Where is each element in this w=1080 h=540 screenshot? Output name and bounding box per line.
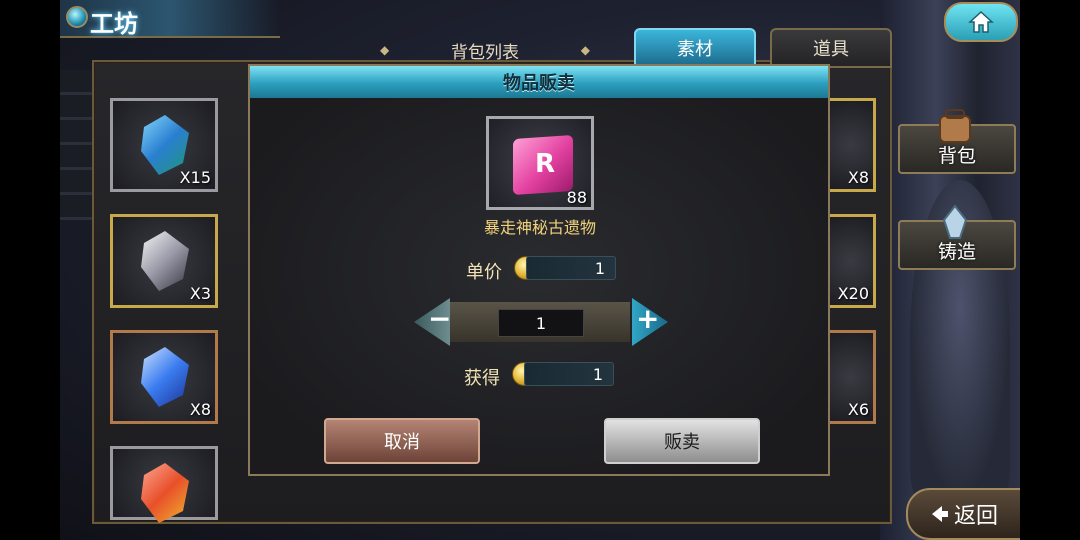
diamond-icon: ◆ bbox=[380, 43, 390, 57]
home-icon bbox=[968, 10, 994, 33]
gain-label: 获得 bbox=[464, 368, 500, 389]
home-button[interactable] bbox=[944, 2, 1018, 42]
back-button[interactable]: 返回 bbox=[906, 488, 1020, 540]
crystal-icon bbox=[141, 463, 189, 523]
increase-button[interactable]: + bbox=[632, 298, 668, 346]
forge-button[interactable]: 铸造 bbox=[898, 204, 1016, 270]
minus-icon: − bbox=[428, 302, 452, 335]
inventory-slot[interactable]: X6 bbox=[826, 330, 876, 424]
item-count: X15 bbox=[179, 168, 211, 187]
title-plate: 工坊 bbox=[60, 0, 280, 38]
item-preview: R 88 bbox=[486, 116, 594, 210]
plus-icon: + bbox=[636, 302, 660, 335]
dialog-title: 物品贩卖 bbox=[250, 66, 828, 98]
inventory-slot[interactable]: X20 bbox=[826, 214, 876, 308]
crystal-icon bbox=[942, 204, 968, 239]
item-rarity: R bbox=[535, 149, 556, 179]
crystal-icon bbox=[141, 347, 189, 407]
item-count: X8 bbox=[847, 168, 869, 187]
bag-button[interactable]: 背包 bbox=[898, 109, 1016, 174]
tab-items[interactable]: 道具 bbox=[770, 28, 892, 68]
game-scene: 工坊 ◆ 背包列表 ◆ 素材 道具 X15 X3 X8 X8 X20 X6 背包… bbox=[60, 0, 1020, 540]
unit-price-value: 1 bbox=[526, 256, 616, 280]
list-header: ◆ 背包列表 ◆ bbox=[380, 38, 590, 63]
inventory-slot[interactable] bbox=[110, 446, 218, 523]
backpack-icon bbox=[939, 109, 971, 143]
decrease-button[interactable]: − bbox=[414, 298, 450, 346]
item-count: X8 bbox=[189, 400, 211, 419]
page-title: 工坊 bbox=[90, 10, 138, 38]
item-count: X3 bbox=[189, 284, 211, 303]
inventory-slot[interactable]: X8 bbox=[826, 98, 876, 192]
gem-icon bbox=[66, 6, 88, 28]
unit-price-label: 单价 bbox=[466, 262, 502, 283]
quantity-value[interactable]: 1 bbox=[498, 309, 584, 337]
crystal-icon bbox=[141, 231, 189, 291]
diamond-icon: ◆ bbox=[580, 43, 590, 57]
cancel-button[interactable]: 取消 bbox=[324, 418, 480, 464]
item-count: X6 bbox=[847, 400, 869, 419]
inventory-slot[interactable]: X8 bbox=[110, 330, 218, 424]
item-stock-count: 88 bbox=[566, 188, 587, 207]
tab-materials[interactable]: 素材 bbox=[634, 28, 756, 68]
item-name: 暴走神秘古遗物 bbox=[483, 218, 596, 237]
inventory-slot[interactable]: X15 bbox=[110, 98, 218, 192]
inventory-slot[interactable]: X3 bbox=[110, 214, 218, 308]
background-shelf bbox=[60, 70, 92, 220]
crystal-icon bbox=[141, 115, 189, 175]
back-label: 返回 bbox=[953, 504, 998, 529]
gain-value: 1 bbox=[524, 362, 614, 386]
back-arrow-icon bbox=[931, 506, 948, 522]
item-count: X20 bbox=[837, 284, 869, 303]
sell-dialog: 物品贩卖 R 88 暴走神秘古遗物 单价 1 − 1 + 获得 1 取消 贩卖 bbox=[248, 64, 830, 476]
sell-button[interactable]: 贩卖 bbox=[604, 418, 760, 464]
list-title: 背包列表 bbox=[451, 42, 519, 63]
